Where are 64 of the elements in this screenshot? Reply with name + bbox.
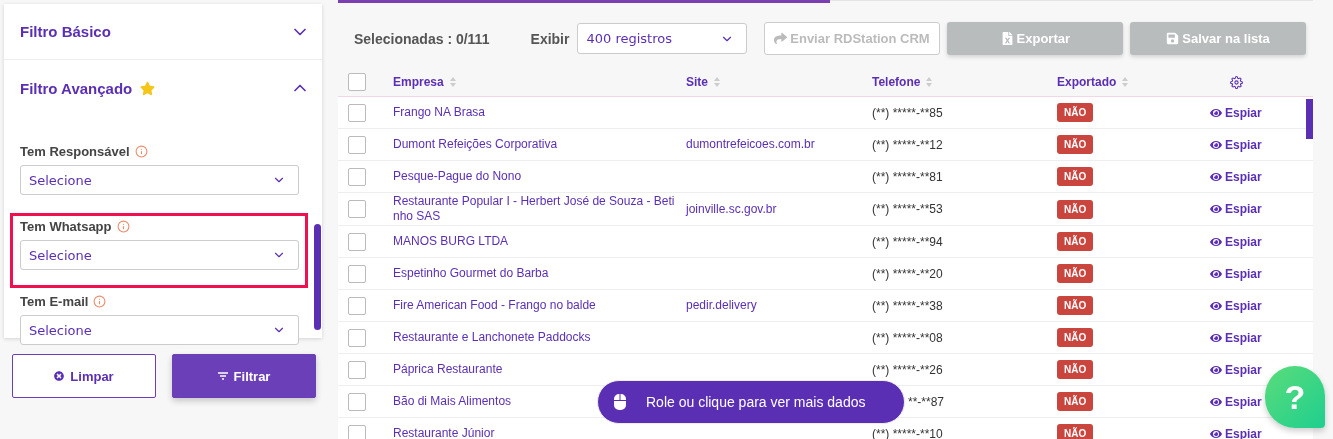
section-title[interactable]: Filtro Básico	[20, 23, 111, 40]
phone-cell-text: (**) *****-**08	[872, 330, 944, 345]
phone-cell-text: (**) *****-**38	[872, 298, 944, 313]
select-field[interactable]: Selecione	[20, 240, 299, 270]
field-label: Tem Whatsapp	[20, 219, 112, 234]
spy-link[interactable]: Espiar	[1210, 266, 1262, 281]
filter-button[interactable]: Filtrar	[172, 354, 316, 398]
company-name: MANOS BURG LTDA	[393, 233, 509, 250]
select-field[interactable]: Selecione	[20, 315, 299, 345]
spy-link[interactable]: Espiar	[1210, 362, 1262, 377]
toast-text: Role ou clique para ver mais dados	[646, 394, 866, 410]
spy-link[interactable]: Espiar	[1210, 298, 1262, 313]
phone-cell-text: (**) *****-**85	[872, 105, 944, 120]
column-header[interactable]: Site	[686, 75, 872, 89]
phone-cell-text: **-**87	[907, 394, 946, 409]
company-name: Restaurante Júnior	[393, 425, 495, 439]
company-name: Bão di Mais Alimentos	[393, 393, 512, 410]
spy-link[interactable]: Espiar	[1210, 330, 1262, 345]
company-name: Frango NA Brasa	[393, 104, 486, 121]
spy-link[interactable]: Espiar	[1210, 137, 1262, 152]
status-badge: NÃO	[1057, 199, 1094, 219]
phone-cell-text: (**) *****-**94	[872, 234, 944, 249]
company-name: Espetinho Gourmet do Barba	[393, 265, 549, 282]
column-header[interactable]: Empresa	[393, 75, 686, 89]
spy-link[interactable]: Espiar	[1210, 202, 1262, 216]
section-title[interactable]: Filtro Avançado	[20, 79, 133, 97]
clear-button[interactable]: Limpar	[12, 354, 156, 398]
spy-link[interactable]: Espiar	[1210, 105, 1262, 120]
show-label: Exibir	[530, 30, 570, 47]
phone-cell-text: (**) *****-**81	[872, 169, 944, 184]
spy-link[interactable]: Espiar	[1210, 394, 1262, 409]
scroll-hint-toast[interactable]: Role ou clique para ver mais dados	[597, 380, 905, 424]
status-badge: NÃO	[1057, 264, 1094, 283]
company-name: Fire American Food - Frango no balde	[393, 297, 596, 314]
phone-cell-text: (**) *****-**12	[872, 137, 944, 152]
spy-link[interactable]: Espiar	[1210, 169, 1262, 184]
company-name: Restaurante e Lanchonete Paddocks	[393, 329, 591, 346]
status-badge: NÃO	[1057, 296, 1094, 315]
company-name: Pesque-Pague do Nono	[393, 168, 522, 185]
column-header[interactable]: Telefone	[872, 75, 1057, 89]
status-badge: NÃO	[1057, 424, 1094, 439]
status-badge: NÃO	[1057, 232, 1094, 251]
company-name: Dumont Refeições Corporativa	[393, 136, 558, 153]
status-badge: NÃO	[1057, 103, 1094, 122]
selected-count: Selecionadas : 0/111	[354, 30, 491, 47]
status-badge: NÃO	[1057, 328, 1094, 347]
column-header[interactable]: Exportado	[1057, 75, 1187, 89]
company-name: Páprica Restaurante	[393, 361, 503, 378]
phone-cell-text: (**) *****-**20	[872, 266, 944, 281]
field-label: Tem Responsável	[20, 144, 130, 159]
site-cell: joinville.sc.gov.br	[686, 200, 777, 218]
site-cell: pedir.delivery	[686, 297, 757, 314]
spy-link[interactable]: Espiar	[1210, 234, 1262, 249]
select-field[interactable]: Selecione	[20, 165, 299, 195]
phone-cell-text: (**) *****-**53	[872, 202, 944, 216]
status-badge: NÃO	[1057, 392, 1094, 411]
site-cell: dumontrefeicoes.com.br	[686, 136, 815, 153]
status-badge: NÃO	[1057, 135, 1094, 154]
field-label: Tem E-mail	[20, 294, 89, 309]
company-name: Restaurante Popular I - Herbert José de Souza - Betinho SAS	[393, 193, 676, 225]
page-size-select[interactable]: 400 registros	[577, 23, 747, 54]
phone-cell-text: (**) *****-**26	[872, 362, 944, 377]
status-badge: NÃO	[1057, 167, 1094, 186]
status-badge: NÃO	[1057, 360, 1094, 379]
